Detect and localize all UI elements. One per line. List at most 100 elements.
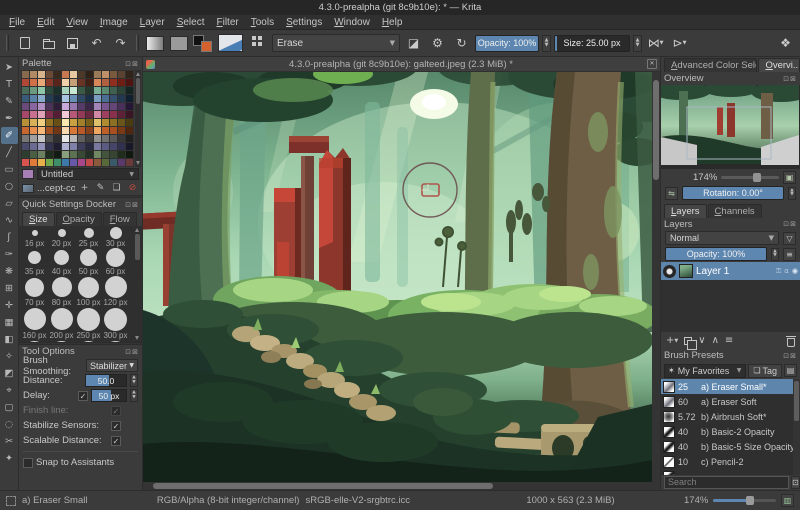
palette-swatch[interactable] [126, 119, 133, 126]
opacity-spinner[interactable]: ▲ ▼ [542, 34, 551, 52]
palette-swatch[interactable] [102, 87, 109, 94]
palette-swatch[interactable] [78, 79, 85, 86]
elliptical-selection-tool[interactable]: ◌ [1, 416, 18, 433]
preset-scrollbar[interactable] [793, 379, 800, 475]
brush-preset-item[interactable]: 10 c) Pencil-2 [661, 454, 800, 469]
palette-swatch[interactable] [110, 95, 117, 102]
palette-swatch[interactable] [78, 87, 85, 94]
palette-swatch[interactable] [38, 151, 45, 158]
palette-swatch[interactable] [86, 127, 93, 134]
palette-swatch[interactable] [94, 79, 101, 86]
new-document-button[interactable] [14, 33, 35, 54]
palette-swatch[interactable] [30, 159, 37, 166]
stabilize-sensors-checkbox[interactable]: ✓ [111, 420, 121, 431]
brush-size-option[interactable] [80, 249, 97, 266]
palette-name-combo[interactable]: Untitled ▼ [37, 168, 139, 180]
palette-swatch[interactable] [110, 103, 117, 110]
palette-swatch[interactable] [22, 95, 29, 102]
palette-swatch[interactable] [78, 151, 85, 158]
shape-select-tool[interactable]: ➤ [1, 59, 18, 76]
palette-swatch[interactable] [38, 87, 45, 94]
distance-spinner[interactable]: ▲ ▼ [130, 374, 138, 387]
palette-swatch[interactable] [30, 127, 37, 134]
palette-swatch[interactable] [126, 79, 133, 86]
menu-tools[interactable]: Tools [245, 17, 280, 28]
brush-size-option[interactable] [57, 228, 66, 237]
preset-options-button[interactable]: ⚙ [427, 33, 448, 54]
palette-swatch[interactable] [110, 71, 117, 78]
brush-preset-item[interactable]: 25 a) Eraser Small* [661, 379, 800, 394]
palette-swatch[interactable] [102, 103, 109, 110]
palette-swatch[interactable] [54, 127, 61, 134]
palette-swatch[interactable] [70, 151, 77, 158]
palette-swatch[interactable] [110, 111, 117, 118]
layer-opacity-slider[interactable]: Opacity: 100% [665, 247, 767, 261]
delay-spinner[interactable]: ▲ ▼ [130, 389, 138, 402]
palette-swatch[interactable] [54, 103, 61, 110]
scalable-distance-checkbox[interactable]: ✓ [111, 435, 121, 446]
menu-edit[interactable]: Edit [31, 17, 60, 28]
docker-float-close-icons[interactable]: ⊡⊠ [125, 201, 139, 209]
palette-swatch[interactable] [86, 135, 93, 142]
palette-swatch[interactable] [102, 159, 109, 166]
multibrush-tool[interactable]: ❋ [1, 263, 18, 280]
edit-palette-button[interactable]: ✎ [94, 182, 107, 195]
layer-row[interactable]: Layer 1 ⚿ α ◉ [661, 262, 800, 280]
palette-swatch[interactable] [22, 103, 29, 110]
redo-button[interactable]: ↷ [110, 33, 131, 54]
layer-properties-button[interactable]: ≡ [783, 247, 796, 261]
vertical-mirror-button[interactable]: ⊳ ▼ [669, 33, 690, 54]
brush-size-option[interactable] [77, 307, 100, 331]
choose-brush-preset-button[interactable] [248, 33, 269, 54]
layer-onion-icon[interactable]: ◉ [792, 267, 798, 275]
palette-swatch[interactable] [62, 151, 69, 158]
palette-swatch[interactable] [118, 143, 125, 150]
palette-swatch[interactable] [54, 111, 61, 118]
palette-swatch[interactable] [110, 159, 117, 166]
palette-swatch[interactable] [38, 79, 45, 86]
favorites-combo[interactable]: ✶ My Favorites ▼ [664, 363, 747, 378]
palette-swatch[interactable] [86, 95, 93, 102]
palette-swatch[interactable] [78, 143, 85, 150]
palette-swatch[interactable] [22, 143, 29, 150]
color-sampler-tool[interactable]: ✧ [1, 348, 18, 365]
palette-swatch[interactable] [110, 143, 117, 150]
menu-image[interactable]: Image [94, 17, 134, 28]
palette-swatch[interactable] [94, 151, 101, 158]
palette-swatch[interactable] [46, 79, 53, 86]
palette-swatch[interactable] [62, 87, 69, 94]
palette-swatch[interactable] [86, 87, 93, 94]
canvas-vertical-scrollbar[interactable] [652, 72, 660, 482]
palette-swatch[interactable] [62, 79, 69, 86]
close-subwindow-button[interactable]: ✕ [647, 59, 657, 69]
palette-swatch[interactable] [126, 103, 133, 110]
palette-swatch[interactable] [38, 127, 45, 134]
palette-swatch[interactable] [62, 127, 69, 134]
menu-settings[interactable]: Settings [280, 17, 328, 28]
remove-color-button[interactable]: ⊘ [126, 182, 139, 195]
brush-size-option[interactable] [51, 277, 72, 297]
search-input[interactable] [664, 475, 789, 489]
freehand-brush-tool[interactable]: ✐ [0, 127, 18, 144]
palette-swatch[interactable] [94, 95, 101, 102]
palette-swatch[interactable] [86, 159, 93, 166]
canvas-horizontal-scrollbar[interactable] [143, 482, 660, 490]
fill-tool[interactable]: ◩ [1, 365, 18, 382]
tab-advanced-color-selector[interactable]: Advanced Color Selec... [664, 58, 758, 72]
outline-selection-tool[interactable]: ✂ [1, 433, 18, 450]
palette-swatch[interactable] [62, 135, 69, 142]
palette-swatch[interactable] [118, 87, 125, 94]
palette-swatch[interactable] [86, 119, 93, 126]
menu-select[interactable]: Select [171, 17, 211, 28]
brush-size-option[interactable] [78, 276, 99, 298]
brush-size-option[interactable] [83, 227, 94, 238]
palette-swatch[interactable] [30, 95, 37, 102]
palette-swatch[interactable] [38, 111, 45, 118]
palette-swatch[interactable] [102, 119, 109, 126]
palette-swatch[interactable] [46, 159, 53, 166]
palette-swatch[interactable] [110, 151, 117, 158]
brush-size-option[interactable] [104, 276, 127, 298]
workspace-chooser-button[interactable]: ❖ [775, 33, 796, 54]
brush-size-option[interactable] [31, 229, 38, 236]
layer-visibility-eye-icon[interactable] [663, 264, 676, 278]
